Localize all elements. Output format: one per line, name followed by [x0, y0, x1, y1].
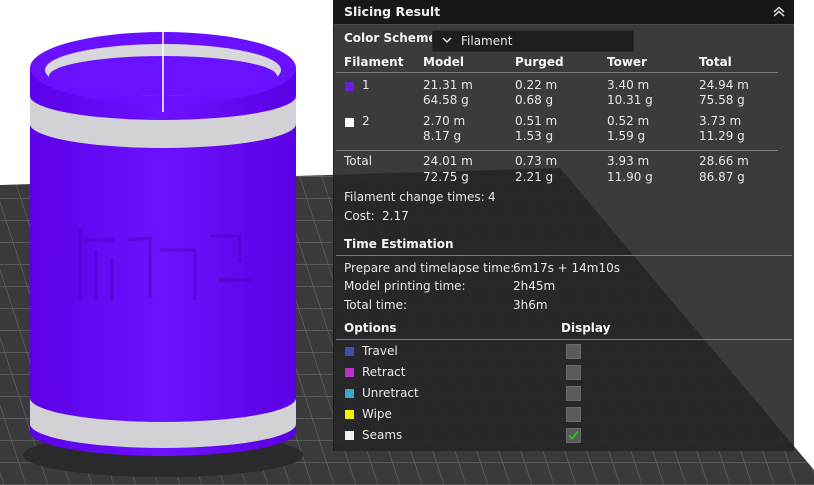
travel-checkbox[interactable]	[566, 344, 581, 359]
seams-swatch	[345, 431, 354, 440]
seams-checkbox[interactable]	[566, 428, 581, 443]
option-label-unretract: Unretract	[362, 386, 419, 400]
col-header-purged: Purged	[515, 55, 564, 69]
cell: 28.66 m	[699, 154, 749, 168]
cell: 3.73 m	[699, 114, 742, 128]
collapse-icon[interactable]	[770, 3, 788, 21]
option-label-retract: Retract	[362, 365, 406, 379]
cell: 0.51 m	[515, 114, 558, 128]
time-label: Prepare and timelapse time:	[344, 261, 515, 275]
travel-swatch	[345, 347, 354, 356]
cell: 0.22 m	[515, 78, 558, 92]
cell: 72.75 g	[423, 170, 469, 184]
time-value: 3h6m	[513, 298, 548, 312]
time-label: Model printing time:	[344, 279, 466, 293]
cell: 24.01 m	[423, 154, 473, 168]
filament-change-value: 4	[488, 190, 496, 204]
cell: 1.53 g	[515, 129, 554, 143]
cell: 64.58 g	[423, 93, 469, 107]
option-label-travel: Travel	[362, 344, 398, 358]
cell: 10.31 g	[607, 93, 653, 107]
cost-value: 2.17	[382, 209, 409, 223]
total-row-label: Total	[344, 154, 373, 168]
filament-2-swatch	[345, 118, 354, 127]
chevron-down-icon	[442, 37, 452, 43]
cell: 24.94 m	[699, 78, 749, 92]
cell: 21.31 m	[423, 78, 473, 92]
cell: 1.59 g	[607, 129, 646, 143]
panel-header: Slicing Result	[334, 0, 794, 25]
color-scheme-value: Filament	[461, 34, 513, 48]
divider	[336, 339, 792, 340]
cell: 3.93 m	[607, 154, 650, 168]
color-scheme-select[interactable]: Filament	[432, 30, 634, 52]
time-value: 6m17s + 14m10s	[513, 261, 621, 275]
cost-label: Cost:	[344, 209, 375, 223]
options-title: Options	[344, 321, 397, 335]
cell: 2.70 m	[423, 114, 466, 128]
option-label-wipe: Wipe	[362, 407, 392, 421]
retract-swatch	[345, 368, 354, 377]
option-label-seams: Seams	[362, 428, 403, 442]
cell: 11.29 g	[699, 129, 745, 143]
divider	[336, 255, 792, 256]
cell: 0.52 m	[607, 114, 650, 128]
time-estimation-title: Time Estimation	[344, 237, 454, 251]
cell: 75.58 g	[699, 93, 745, 107]
unretract-swatch	[345, 389, 354, 398]
display-header: Display	[561, 321, 611, 335]
filament-2-id: 2	[362, 114, 370, 128]
col-header-model: Model	[423, 55, 465, 69]
wipe-checkbox[interactable]	[566, 407, 581, 422]
divider	[336, 150, 778, 151]
retract-checkbox[interactable]	[566, 365, 581, 380]
filament-change-label: Filament change times:	[344, 190, 485, 204]
cell: 0.73 m	[515, 154, 558, 168]
col-header-total: Total	[699, 55, 732, 69]
wipe-swatch	[345, 410, 354, 419]
divider	[336, 72, 778, 73]
filament-1-id: 1	[362, 78, 370, 92]
cell: 2.21 g	[515, 170, 554, 184]
col-header-tower: Tower	[607, 55, 647, 69]
cell: 8.17 g	[423, 129, 462, 143]
cell: 3.40 m	[607, 78, 650, 92]
cell: 0.68 g	[515, 93, 554, 107]
color-scheme-label: Color Scheme	[344, 31, 437, 45]
unretract-checkbox[interactable]	[566, 386, 581, 401]
model-cup[interactable]	[30, 12, 296, 456]
cell: 11.90 g	[607, 170, 653, 184]
panel-title: Slicing Result	[344, 4, 441, 19]
time-value: 2h45m	[513, 279, 556, 293]
filament-1-swatch	[345, 82, 354, 91]
col-header-filament: Filament	[344, 55, 404, 69]
cell: 86.87 g	[699, 170, 745, 184]
checkmark-icon	[568, 430, 579, 440]
time-label: Total time:	[344, 298, 407, 312]
